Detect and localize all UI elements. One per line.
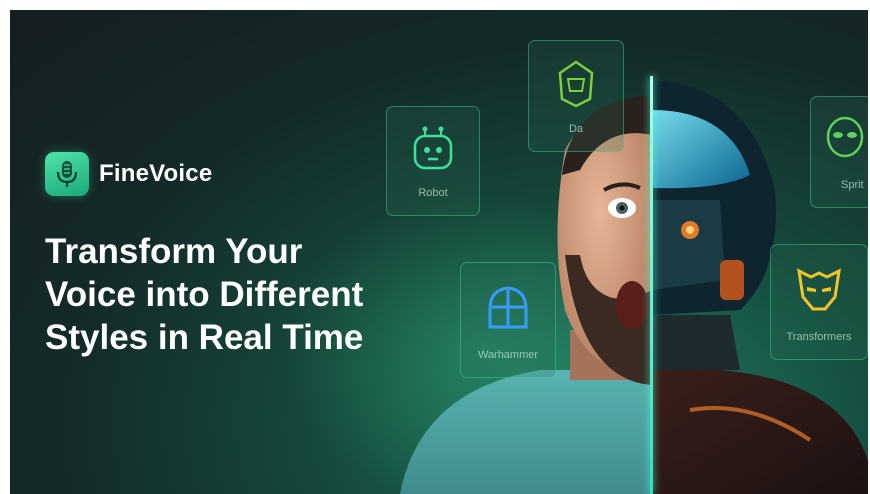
- microphone-icon: [45, 152, 89, 196]
- transformer-mask-icon: [795, 267, 843, 318]
- voice-card-warhammer[interactable]: Warhammer: [460, 262, 556, 378]
- helmet-icon: [554, 59, 598, 114]
- voice-card-label: Sprit: [841, 179, 864, 191]
- voice-card-sprit[interactable]: Sprit: [810, 96, 868, 208]
- alien-icon: [824, 115, 866, 164]
- knight-helmet-icon: [486, 285, 530, 338]
- voice-card-transformers[interactable]: Transformers: [770, 244, 868, 360]
- voice-card-label: Warhammer: [477, 349, 539, 361]
- robot-icon: [410, 125, 456, 178]
- brand-name: FineVoice: [99, 160, 213, 187]
- voice-card-da[interactable]: Da: [528, 40, 624, 152]
- frame: FineVoice Transform Your Voice into Diff…: [0, 0, 870, 494]
- voice-card-label: Da: [568, 123, 584, 135]
- voice-card-label: Transformers: [786, 331, 852, 343]
- voice-card-label: Robot: [418, 187, 448, 199]
- voice-card-robot[interactable]: Robot: [386, 106, 480, 216]
- split-line: [650, 76, 653, 494]
- promo-banner[interactable]: FineVoice Transform Your Voice into Diff…: [10, 10, 868, 494]
- brand: FineVoice: [45, 152, 212, 196]
